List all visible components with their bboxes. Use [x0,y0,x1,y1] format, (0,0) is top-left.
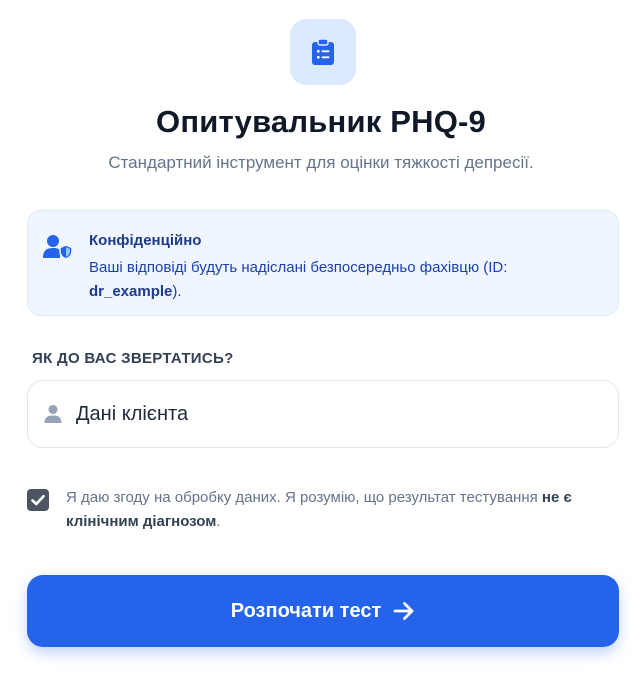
consent-checkbox[interactable] [27,489,49,511]
consent-text-main: Я даю згоду на обробку даних. Я розумію,… [66,489,542,506]
start-button-label: Розпочати тест [230,599,382,622]
logo-tile [290,19,356,85]
checkmark-icon [31,494,45,506]
notice-text-after: ). [172,283,182,300]
clipboard-list-icon [312,38,334,65]
name-input-wrapper[interactable] [27,380,619,448]
user-icon [44,405,62,423]
arrow-right-icon [393,602,414,620]
phq9-intro-page: Опитувальник PHQ-9 Стандартний інструмен… [0,0,642,678]
page-title: Опитувальник PHQ-9 [156,104,486,139]
name-field-label: ЯК ДО ВАС ЗВЕРТАТИСЬ? [32,350,234,367]
start-test-button[interactable]: Розпочати тест [27,575,619,647]
consent-text-end: . [216,513,221,530]
user-shield-icon [43,235,73,260]
name-input[interactable] [76,381,606,447]
specialist-id: dr_example [89,283,173,300]
notice-text-before: Ваші відповіді будуть надіслані безпосер… [89,259,508,276]
page-subtitle: Стандартний інструмент для оцінки тяжкос… [108,153,534,172]
consent-text[interactable]: Я даю згоду на обробку даних. Я розумію,… [66,486,606,534]
notice-text: Ваші відповіді будуть надіслані безпосер… [89,256,589,304]
notice-title: Конфіденційно [89,232,202,249]
confidentiality-notice: Конфіденційно Ваші відповіді будуть наді… [27,210,619,316]
